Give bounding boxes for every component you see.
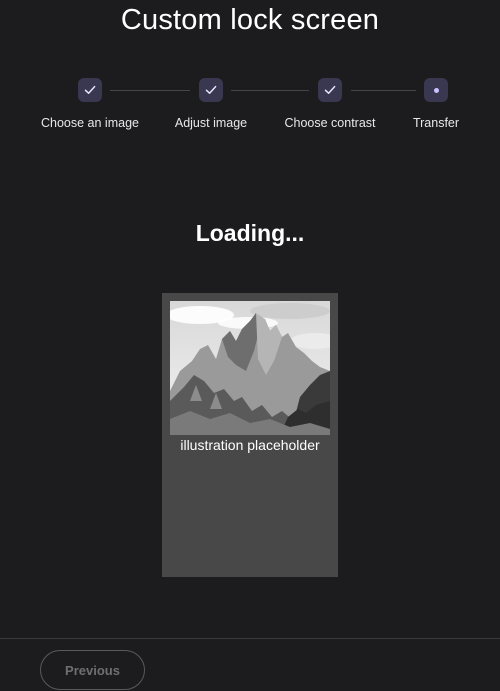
progress-stepper: Choose an image Adjust image Choose cont… xyxy=(0,78,500,138)
check-icon xyxy=(205,85,217,94)
step-choose-contrast: Choose contrast xyxy=(270,78,390,130)
dot-icon xyxy=(433,87,439,93)
step-complete-indicator xyxy=(318,78,342,102)
step-label: Transfer xyxy=(412,116,460,130)
footer-bar: Previous xyxy=(0,638,500,691)
step-choose-image: Choose an image xyxy=(30,78,150,130)
previous-button[interactable]: Previous xyxy=(40,650,145,690)
mountain-illustration xyxy=(170,301,330,435)
loading-status: Loading... xyxy=(195,220,305,246)
custom-lock-screen-page: Custom lock screen Choose an image Adjus… xyxy=(0,0,500,691)
step-transfer: Transfer xyxy=(376,78,496,130)
step-label: Choose contrast xyxy=(284,116,376,130)
page-title: Custom lock screen xyxy=(120,4,380,36)
lock-screen-preview: illustration placeholder xyxy=(162,293,338,577)
step-label: Choose an image xyxy=(41,116,139,130)
step-complete-indicator xyxy=(78,78,102,102)
check-icon xyxy=(324,85,336,94)
step-label: Adjust image xyxy=(174,116,248,130)
step-active-indicator xyxy=(424,78,448,102)
check-icon xyxy=(84,85,96,94)
step-complete-indicator xyxy=(199,78,223,102)
mountain-image xyxy=(170,301,330,435)
preview-caption: illustration placeholder xyxy=(180,437,320,453)
step-adjust-image: Adjust image xyxy=(151,78,271,130)
